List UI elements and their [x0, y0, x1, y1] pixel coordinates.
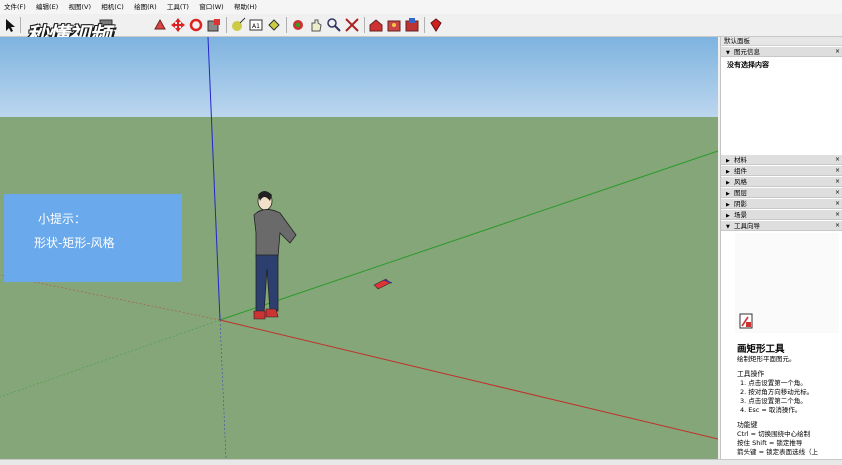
menu-camera[interactable]: 相机(C) — [97, 0, 128, 12]
menu-help[interactable]: 帮助(H) — [230, 0, 261, 12]
tip-text: 形状-矩形-风格 — [34, 236, 115, 250]
share-model-icon[interactable] — [404, 17, 420, 33]
tray-shadows[interactable]: ▶ 阴影 × — [721, 199, 842, 209]
model-viewport[interactable]: 小提示： 形状-矩形-风格 — [0, 37, 718, 459]
push-pull-icon[interactable] — [152, 17, 168, 33]
tray-styles[interactable]: ▶ 风格 × — [721, 177, 842, 187]
scale-tool-icon[interactable] — [206, 17, 222, 33]
close-icon[interactable]: × — [835, 188, 840, 198]
components-icon[interactable] — [386, 17, 402, 33]
close-icon[interactable]: × — [835, 199, 840, 209]
close-icon[interactable]: × — [835, 210, 840, 220]
chevron-right-icon: ▶ — [726, 169, 730, 175]
blue-axis-negative — [219, 319, 227, 459]
warehouse-icon[interactable] — [368, 17, 384, 33]
select-arrow-icon[interactable] — [2, 17, 18, 33]
ruby-icon[interactable] — [428, 17, 444, 33]
menu-file[interactable]: 文件(F) — [0, 0, 30, 12]
instructor-key: 箭头键 = 锁定表面选线（上 — [737, 448, 819, 456]
panel-title: 默认面板 — [721, 37, 842, 46]
tip-box: 小提示： 形状-矩形-风格 — [4, 194, 182, 282]
move-tool-icon[interactable] — [170, 17, 186, 33]
default-tray-panel: 默认面板 ▼ 图元信息 × 没有选择内容 ▶ 材料 × ▶ 组件 × ▶ 风格 × ▶ 图层 × … — [720, 37, 842, 461]
chevron-right-icon: ▶ — [726, 213, 730, 219]
close-icon[interactable]: × — [835, 221, 840, 231]
zoom-icon[interactable] — [326, 17, 342, 33]
blue-axis — [207, 37, 221, 321]
menu-bar: 文件(F) 编辑(E) 视图(V) 相机(C) 绘图(R) 工具(T) 窗口(W… — [0, 0, 842, 15]
instructor-tool-desc: 绘制矩形平面图元。 — [737, 355, 796, 363]
toolbar-separator — [364, 17, 365, 33]
tape-measure-icon[interactable] — [230, 17, 246, 33]
instructor-op: 4. Esc = 取消操作。 — [740, 406, 802, 414]
pencil-cursor-icon — [373, 278, 393, 290]
status-bar — [0, 459, 842, 465]
close-icon[interactable]: × — [835, 155, 840, 165]
tray-instructor[interactable]: ▼ 工具向导 × — [721, 221, 842, 231]
entity-info-content: 没有选择内容 — [727, 61, 769, 69]
green-axis-negative — [0, 319, 221, 398]
close-icon[interactable]: × — [835, 47, 840, 57]
close-icon[interactable]: × — [835, 177, 840, 187]
paint-bucket-icon[interactable] — [266, 17, 282, 33]
rectangle-tool-icon — [739, 313, 753, 331]
tray-materials[interactable]: ▶ 材料 × — [721, 155, 842, 165]
tray-scenes[interactable]: ▶ 场景 × — [721, 210, 842, 220]
text-tool-icon[interactable]: A1 — [248, 17, 264, 33]
tray-layers[interactable]: ▶ 图层 × — [721, 188, 842, 198]
chevron-right-icon: ▶ — [726, 180, 730, 186]
chevron-right-icon: ▶ — [726, 191, 730, 197]
menu-draw[interactable]: 绘图(R) — [130, 0, 161, 12]
chevron-right-icon: ▶ — [726, 158, 730, 164]
orbit-icon[interactable] — [290, 17, 306, 33]
pan-hand-icon[interactable] — [308, 17, 324, 33]
menu-view[interactable]: 视图(V) — [64, 0, 95, 12]
person-figure — [253, 191, 297, 320]
tip-title: 小提示： — [38, 212, 87, 226]
menu-tools[interactable]: 工具(T) — [163, 0, 193, 12]
red-axis — [219, 319, 718, 440]
rotate-tool-icon[interactable] — [188, 17, 204, 33]
close-icon[interactable]: × — [835, 166, 840, 176]
menu-edit[interactable]: 编辑(E) — [32, 0, 62, 12]
menu-window[interactable]: 窗口(W) — [195, 0, 228, 12]
chevron-right-icon: ▶ — [726, 202, 730, 208]
chevron-down-icon: ▼ — [726, 50, 730, 56]
tray-components[interactable]: ▶ 组件 × — [721, 166, 842, 176]
zoom-extents-icon[interactable] — [344, 17, 360, 33]
toolbar-separator — [20, 17, 21, 33]
toolbar-separator — [226, 17, 227, 33]
toolbar-separator — [286, 17, 287, 33]
svg-text:A1: A1 — [252, 23, 260, 30]
toolbar: A1 — [0, 14, 842, 37]
tray-entity-info[interactable]: ▼ 图元信息 × — [721, 47, 842, 57]
toolbar-separator — [424, 17, 425, 33]
chevron-down-icon: ▼ — [726, 224, 730, 230]
